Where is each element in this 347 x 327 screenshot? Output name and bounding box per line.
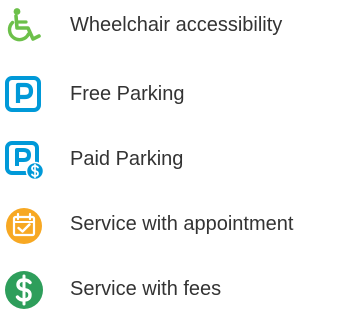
legend-item-wheelchair: Wheelchair accessibility (0, 0, 347, 50)
legend-item-label: Service with fees (70, 278, 222, 300)
legend-item-fees: Service with fees (0, 264, 347, 314)
appointment-calendar-icon (4, 205, 44, 245)
legend-item-paid-parking: Paid Parking (0, 134, 347, 184)
wheelchair-icon (4, 6, 44, 46)
legend-item-label: Free Parking (70, 83, 185, 105)
free-parking-icon (4, 75, 44, 115)
legend-item-appointment: Service with appointment (0, 199, 347, 249)
amenities-legend: Wheelchair accessibility Free Parking Pa… (0, 0, 347, 327)
legend-item-label: Wheelchair accessibility (70, 14, 283, 36)
legend-item-free-parking: Free Parking (0, 69, 347, 119)
legend-item-label: Paid Parking (70, 148, 184, 170)
legend-item-label: Service with appointment (70, 213, 294, 235)
fees-dollar-icon (4, 270, 44, 310)
paid-parking-icon (4, 140, 44, 180)
